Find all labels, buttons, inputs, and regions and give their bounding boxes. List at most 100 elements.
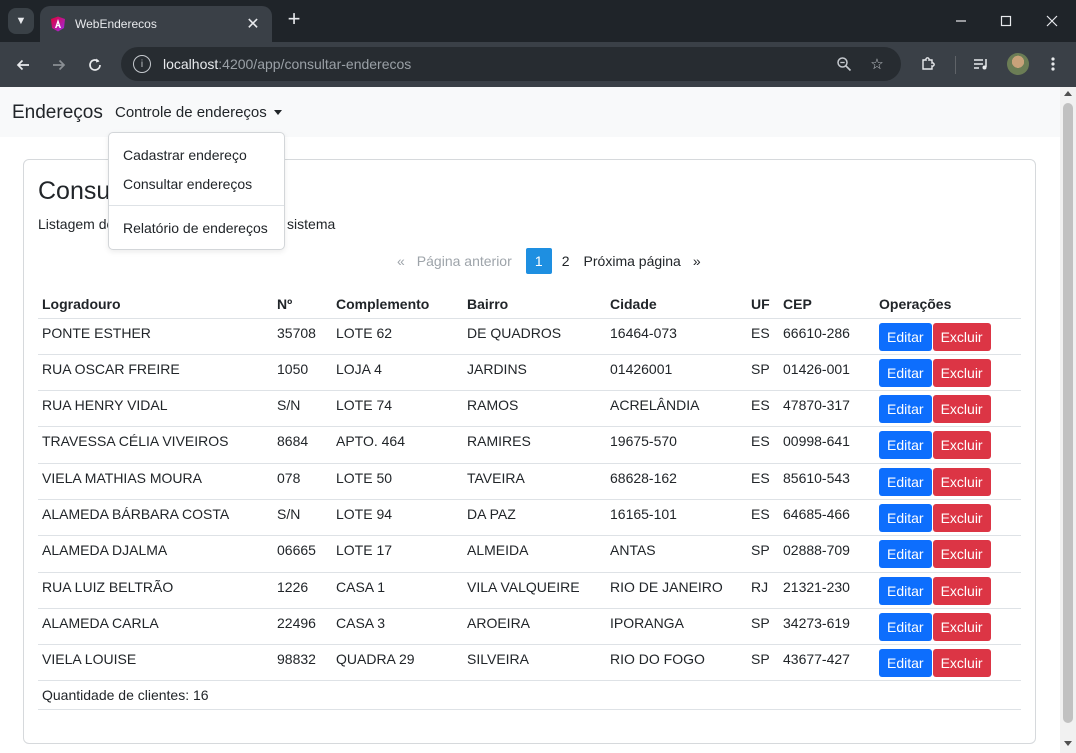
cell-bairro: RAMOS xyxy=(463,390,606,428)
browser-tab[interactable]: WebEnderecos ✕ xyxy=(40,6,272,42)
extensions-icon[interactable] xyxy=(916,52,940,76)
cell-uf: SP xyxy=(747,608,779,646)
edit-button[interactable]: Editar xyxy=(879,576,932,605)
cell-bairro: JARDINS xyxy=(463,354,606,392)
cell-complemento: APTO. 464 xyxy=(332,426,463,464)
cell-cep: 21321-230 xyxy=(779,572,875,609)
cell-numero: 22496 xyxy=(273,608,332,646)
url-text: localhost:4200/app/consultar-enderecos xyxy=(163,56,411,72)
table-header-row: Logradouro Nº Complemento Bairro Cidade … xyxy=(38,291,1021,319)
forward-arrow-icon[interactable] xyxy=(46,52,72,78)
menu-item-consultar[interactable]: Consultar endereços xyxy=(123,176,252,192)
media-controls-icon[interactable] xyxy=(969,52,993,76)
tab-search-button[interactable]: ▼ xyxy=(8,8,34,34)
delete-button[interactable]: Excluir xyxy=(932,576,991,605)
cell-cidade: 16165-101 xyxy=(606,499,747,537)
cell-cidade: RIO DE JANEIRO xyxy=(606,572,747,609)
cell-bairro: ALMEIDA xyxy=(463,535,606,573)
cell-bairro: RAMIRES xyxy=(463,426,606,464)
minimize-icon[interactable] xyxy=(950,10,972,32)
delete-button[interactable]: Excluir xyxy=(932,431,991,460)
edit-button[interactable]: Editar xyxy=(879,358,932,387)
edit-button[interactable]: Editar xyxy=(879,322,932,351)
delete-button[interactable]: Excluir xyxy=(932,503,991,532)
cell-logradouro: VIELA MATHIAS MOURA xyxy=(38,463,273,500)
delete-button[interactable]: Excluir xyxy=(932,649,991,678)
edit-button[interactable]: Editar xyxy=(879,395,932,424)
edit-button[interactable]: Editar xyxy=(879,612,932,641)
maximize-icon[interactable] xyxy=(995,10,1017,32)
cell-operacoes: Editar Excluir xyxy=(875,354,1021,392)
delete-button[interactable]: Excluir xyxy=(932,322,991,351)
edit-button[interactable]: Editar xyxy=(879,431,932,460)
cell-cidade: ACRELÂNDIA xyxy=(606,390,747,428)
table-row: ALAMEDA CARLA 22496 CASA 3 AROEIRA IPORANGA S… xyxy=(38,608,1021,646)
scroll-up-arrow-icon[interactable] xyxy=(1064,91,1072,96)
cell-bairro: AROEIRA xyxy=(463,608,606,646)
cell-operacoes: Editar Excluir xyxy=(875,644,1021,682)
zoom-icon[interactable] xyxy=(833,53,855,75)
header-logradouro: Logradouro xyxy=(38,291,273,319)
cell-operacoes: Editar Excluir xyxy=(875,463,1021,500)
pagination-next-symbol[interactable]: » xyxy=(687,248,707,274)
cell-uf: SP xyxy=(747,354,779,392)
bookmark-star-icon[interactable]: ☆ xyxy=(866,53,888,75)
edit-button[interactable]: Editar xyxy=(879,467,932,496)
cell-logradouro: RUA HENRY VIDAL xyxy=(38,390,273,428)
cell-uf: ES xyxy=(747,426,779,464)
cell-operacoes: Editar Excluir xyxy=(875,426,1021,464)
cell-operacoes: Editar Excluir xyxy=(875,390,1021,428)
cell-complemento: LOTE 17 xyxy=(332,535,463,573)
cell-bairro: DE QUADROS xyxy=(463,318,606,355)
cell-logradouro: ALAMEDA BÁRBARA COSTA xyxy=(38,499,273,537)
delete-button[interactable]: Excluir xyxy=(932,612,991,641)
navbar-brand[interactable]: Endereços xyxy=(12,102,103,124)
pagination-next[interactable]: Próxima página xyxy=(578,248,687,274)
delete-button[interactable]: Excluir xyxy=(932,467,991,496)
table-row: PONTE ESTHER 35708 LOTE 62 DE QUADROS 16464-… xyxy=(38,318,1021,355)
menu-item-relatorio[interactable]: Relatório de endereços xyxy=(123,220,268,236)
cell-uf: SP xyxy=(747,535,779,573)
cell-numero: S/N xyxy=(273,390,332,428)
cell-complemento: CASA 1 xyxy=(332,572,463,609)
url-path: :4200/app/consultar-enderecos xyxy=(218,56,412,72)
cell-uf: ES xyxy=(747,318,779,355)
delete-button[interactable]: Excluir xyxy=(932,540,991,569)
reload-icon[interactable] xyxy=(82,52,108,78)
pagination-page-2[interactable]: 2 xyxy=(556,248,576,274)
controle-enderecos-dropdown[interactable]: Controle de endereços xyxy=(115,104,282,121)
site-info-icon[interactable]: i xyxy=(133,55,151,73)
new-tab-icon[interactable]: + xyxy=(283,8,305,31)
edit-button[interactable]: Editar xyxy=(879,649,932,678)
close-window-icon[interactable] xyxy=(1041,10,1063,32)
cell-uf: ES xyxy=(747,463,779,500)
cell-cep: 00998-641 xyxy=(779,426,875,464)
profile-avatar[interactable] xyxy=(1007,53,1029,75)
cell-logradouro: VIELA LOUISE xyxy=(38,644,273,682)
cell-bairro: SILVEIRA xyxy=(463,644,606,682)
page-scrollbar[interactable] xyxy=(1060,87,1076,753)
pagination-page-1[interactable]: 1 xyxy=(525,248,552,274)
table-row: RUA HENRY VIDAL S/N LOTE 74 RAMOS ACRELÂNDIA… xyxy=(38,390,1021,428)
back-arrow-icon[interactable] xyxy=(10,52,36,78)
cell-logradouro: ALAMEDA CARLA xyxy=(38,608,273,646)
address-bar[interactable]: i localhost:4200/app/consultar-enderecos… xyxy=(121,47,901,81)
scroll-down-arrow-icon[interactable] xyxy=(1064,741,1072,746)
edit-button[interactable]: Editar xyxy=(879,503,932,532)
scroll-thumb[interactable] xyxy=(1063,103,1073,723)
delete-button[interactable]: Excluir xyxy=(932,358,991,387)
more-menu-icon[interactable] xyxy=(1041,52,1065,76)
menu-item-cadastrar[interactable]: Cadastrar endereço xyxy=(123,147,247,163)
caret-down-icon xyxy=(273,110,282,115)
cell-bairro: DA PAZ xyxy=(463,499,606,537)
cell-cep: 64685-466 xyxy=(779,499,875,537)
table-body: PONTE ESTHER 35708 LOTE 62 DE QUADROS 16464-… xyxy=(38,318,1021,682)
edit-button[interactable]: Editar xyxy=(879,540,932,569)
controle-enderecos-menu: Cadastrar endereço Consultar endereços R… xyxy=(108,132,285,250)
cell-cep: 66610-286 xyxy=(779,318,875,355)
header-cep: CEP xyxy=(779,291,875,319)
close-tab-icon[interactable]: ✕ xyxy=(244,14,262,34)
delete-button[interactable]: Excluir xyxy=(932,395,991,424)
cell-cep: 34273-619 xyxy=(779,608,875,646)
cell-uf: ES xyxy=(747,390,779,428)
